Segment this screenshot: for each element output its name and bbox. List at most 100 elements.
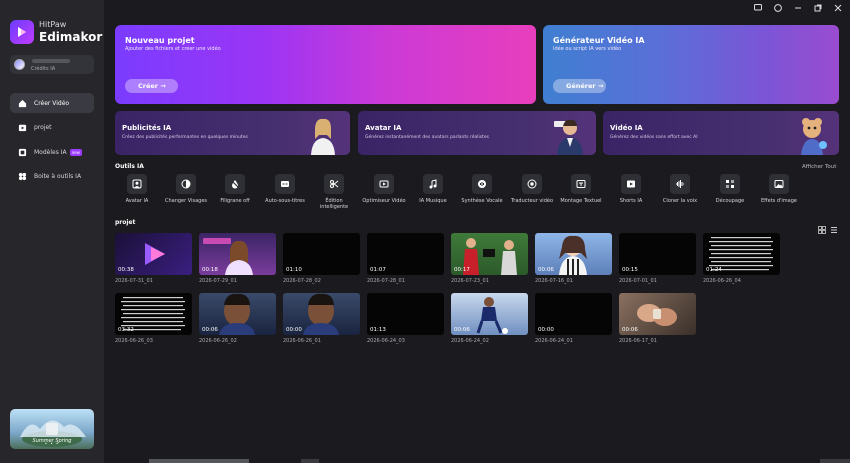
project-item[interactable]: 00:15 2026-07-01_01 xyxy=(619,233,696,284)
smart-edit-icon xyxy=(330,180,339,188)
project-thumbnail[interactable]: 00:06 xyxy=(619,293,696,335)
project-thumbnail[interactable]: 01:10 xyxy=(283,233,360,275)
tool-traducteur-video[interactable]: Traducteur vidéo xyxy=(510,174,554,204)
sidebar-item-project[interactable]: projet xyxy=(10,118,94,138)
project-item[interactable]: 00:38 2026-07-31_01 xyxy=(115,233,192,284)
tool-synthese-vocale[interactable]: Synthèse Vocale xyxy=(460,174,504,204)
project-item[interactable]: 01:24 2026-06-26_04 xyxy=(703,233,780,284)
ai-tools-heading: Outils IA xyxy=(115,163,144,170)
new-project-card[interactable]: Nouveau projet Ajouter des fichiers et c… xyxy=(115,25,536,104)
project-name: 2026-07-28_02 xyxy=(283,278,321,284)
project-thumbnail[interactable]: 01:13 xyxy=(367,293,444,335)
promo-pagination[interactable]: • • • xyxy=(10,441,94,446)
edimakor-logo-icon xyxy=(10,20,34,44)
tool-auto-sous-titres[interactable]: Auto-sous-titres xyxy=(263,174,307,204)
close-icon[interactable] xyxy=(834,4,842,12)
music-icon xyxy=(429,179,437,189)
ai-video-subtitle: Générez des vidéos sans effort avec AI xyxy=(610,135,698,140)
tool-edition-intelligente[interactable]: Édition intelligente xyxy=(312,174,356,211)
project-item[interactable]: 00:06 2026-06-17_01 xyxy=(619,293,696,344)
ai-video-generator-card[interactable]: Générateur Vidéo IA Idée ou script IA ve… xyxy=(543,25,839,104)
feedback-icon[interactable] xyxy=(754,4,762,12)
create-button[interactable]: Créer → xyxy=(125,79,178,93)
new-project-subtitle: Ajouter des fichiers et créer une vidéo xyxy=(125,46,221,52)
tool-effets-image[interactable]: Effets d'image xyxy=(757,174,801,204)
project-item[interactable]: 03:32 2026-06-26_03 xyxy=(115,293,192,344)
generate-button[interactable]: Générer → xyxy=(553,79,606,93)
minimize-icon[interactable] xyxy=(794,4,802,12)
project-item[interactable]: 00:06 2026-07-16_01 xyxy=(535,233,612,284)
credits-panel[interactable]: Crédits IA xyxy=(10,55,94,74)
project-thumbnail[interactable]: 00:00 xyxy=(535,293,612,335)
project-thumbnail[interactable]: 00:15 xyxy=(619,233,696,275)
project-item[interactable]: 00:18 2026-07-29_01 xyxy=(199,233,276,284)
scrollbar-thumb[interactable] xyxy=(149,459,249,463)
project-thumbnail[interactable]: 00:06 xyxy=(199,293,276,335)
project-name: 2026-07-01_01 xyxy=(619,278,657,284)
sidebar: HitPaw Edimakor Crédits IA Créer Vidéo p… xyxy=(0,0,104,463)
avatar[interactable] xyxy=(14,59,25,70)
project-thumbnail[interactable]: 00:06 xyxy=(451,293,528,335)
tool-ia-musique[interactable]: IA Musique xyxy=(411,174,455,204)
ai-avatar-subtitle: Générez instantanément des avatars parla… xyxy=(365,135,489,140)
tool-label: Changer Visages xyxy=(164,198,207,204)
ai-video-generator-subtitle: Idée ou script IA vers vidéo xyxy=(553,46,622,52)
sidebar-item-label: Créer Vidéo xyxy=(34,99,70,107)
project-name: 2026-06-24_03 xyxy=(367,338,405,344)
tool-shorts-ia[interactable]: Shorts IA xyxy=(609,174,653,204)
tool-avatar-ia[interactable]: Avatar IA xyxy=(115,174,159,204)
project-thumbnail[interactable]: 00:17 xyxy=(451,233,528,275)
project-thumbnail[interactable]: 00:06 xyxy=(535,233,612,275)
horizontal-scrollbar[interactable] xyxy=(104,459,850,463)
scrollbar-segment xyxy=(301,459,319,463)
voice-clone-icon xyxy=(676,180,684,188)
ai-avatar-title: Avatar IA xyxy=(365,124,402,132)
list-view-icon[interactable] xyxy=(830,219,838,233)
project-item[interactable]: 00:17 2026-07-23_01 xyxy=(451,233,528,284)
video-duration: 00:00 xyxy=(286,327,302,333)
ai-ads-card[interactable]: Publicités IA Créez des publicités perfo… xyxy=(115,111,350,155)
tool-label: Filigrane off xyxy=(220,198,250,204)
ai-video-card[interactable]: Vidéo IA Générez des vidéos sans effort … xyxy=(603,111,839,155)
project-item[interactable]: 01:10 2026-07-28_02 xyxy=(283,233,360,284)
project-item[interactable]: 00:00 2026-06-24_01 xyxy=(535,293,612,344)
ai-ads-subtitle: Créez des publicités performantes en que… xyxy=(122,135,248,140)
ai-video-generator-title: Générateur Vidéo IA xyxy=(553,36,645,45)
help-icon[interactable] xyxy=(774,4,782,12)
project-item[interactable]: 01:13 2026-06-24_03 xyxy=(367,293,444,344)
project-thumbnail[interactable]: 01:24 xyxy=(703,233,780,275)
project-item[interactable]: 01:07 2026-07-28_01 xyxy=(367,233,444,284)
sidebar-item-create-video[interactable]: Créer Vidéo xyxy=(10,93,94,113)
project-thumbnail[interactable]: 00:38 xyxy=(115,233,192,275)
tool-decoupage[interactable]: Découpage xyxy=(708,174,752,204)
project-thumbnail[interactable]: 00:18 xyxy=(199,233,276,275)
video-duration: 00:15 xyxy=(622,267,638,273)
sidebar-item-ai-toolbox[interactable]: Boite à outils IA xyxy=(10,167,94,187)
tool-label: Traducteur vidéo xyxy=(510,198,554,204)
tool-optimiseur-video[interactable]: Optimiseur Vidéo xyxy=(362,174,406,204)
project-item[interactable]: 00:06 2026-06-26_02 xyxy=(199,293,276,344)
sidebar-item-ai-templates[interactable]: Modèles IA new xyxy=(10,142,94,162)
ai-avatar-card[interactable]: Avatar IA Générez instantanément des ava… xyxy=(358,111,596,155)
tool-filigrane-off[interactable]: Filigrane off xyxy=(213,174,257,204)
project-item[interactable]: 00:00 2026-06-26_01 xyxy=(283,293,360,344)
project-name: 2026-06-26_01 xyxy=(283,338,321,344)
project-thumbnail[interactable]: 03:32 xyxy=(115,293,192,335)
tool-changer-visages[interactable]: Changer Visages xyxy=(164,174,208,204)
sidebar-nav: Créer Vidéo projet Modèles IA new Boite … xyxy=(10,93,94,191)
tool-label: Découpage xyxy=(715,198,745,204)
show-all-link[interactable]: Afficher Tout xyxy=(802,164,836,170)
project-thumbnail[interactable]: 01:07 xyxy=(367,233,444,275)
folder-icon xyxy=(18,123,27,132)
tool-label: Avatar IA xyxy=(125,198,149,204)
project-name: 2026-07-31_01 xyxy=(115,278,153,284)
promo-banner[interactable]: Summer Spring • • • xyxy=(10,409,94,449)
grid-view-icon[interactable] xyxy=(818,219,826,234)
tool-cloner-la-voix[interactable]: Cloner la voix xyxy=(658,174,702,204)
video-duration: 00:38 xyxy=(118,267,134,273)
project-item[interactable]: 00:06 2026-06-24_02 xyxy=(451,293,528,344)
tool-montage-textuel[interactable]: Montage Textuel xyxy=(559,174,603,204)
project-thumbnail[interactable]: 00:00 xyxy=(283,293,360,335)
restore-icon[interactable] xyxy=(814,4,822,12)
image-effects-icon xyxy=(774,180,784,188)
